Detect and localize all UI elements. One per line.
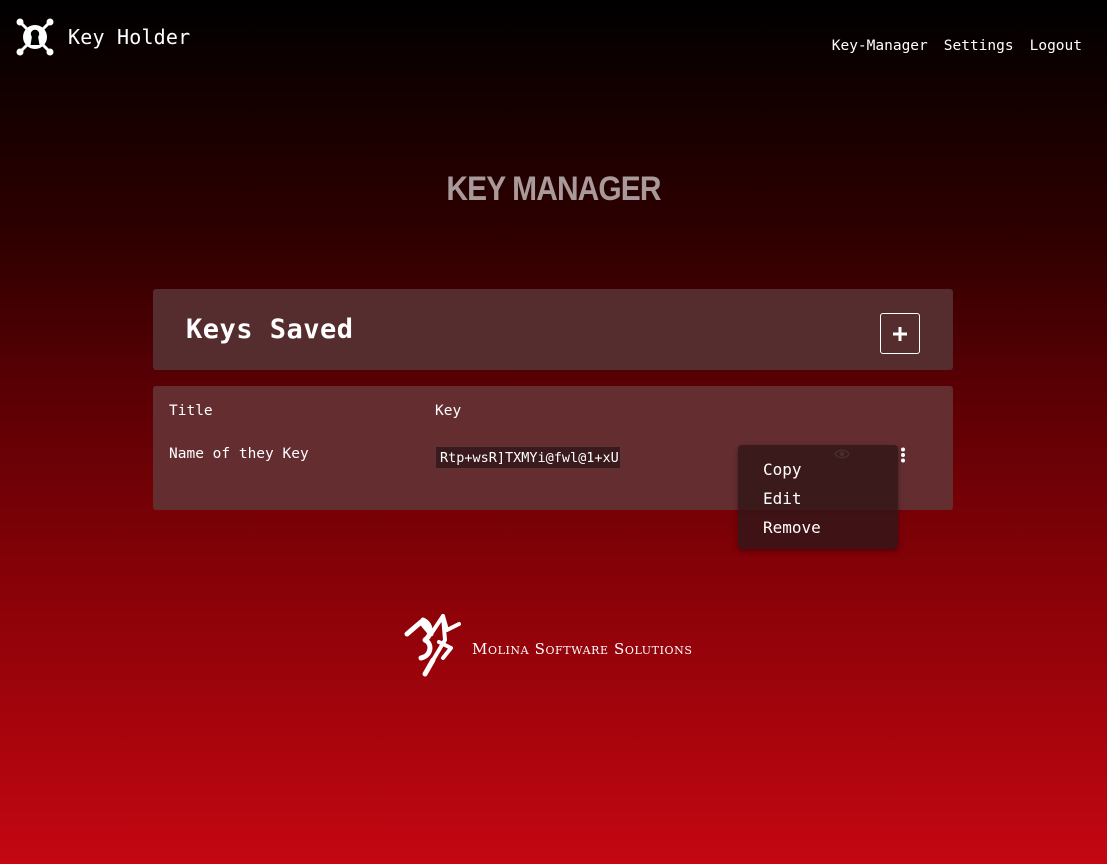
brand[interactable]: Key Holder bbox=[15, 17, 190, 57]
footer-company-name: Molina Software Solutions bbox=[472, 639, 693, 658]
add-key-button[interactable] bbox=[880, 313, 920, 354]
menu-item-remove[interactable]: Remove bbox=[763, 518, 821, 537]
page-title: KEY MANAGER bbox=[446, 170, 661, 208]
menu-item-copy[interactable]: Copy bbox=[763, 460, 802, 479]
app-name: Key Holder bbox=[68, 25, 191, 49]
keys-saved-title: Keys Saved bbox=[186, 314, 354, 345]
keyhole-logo-icon bbox=[16, 18, 54, 56]
more-vertical-icon[interactable] bbox=[900, 447, 906, 463]
key-row-title: Name of they Key bbox=[169, 446, 309, 462]
nav-logout[interactable]: Logout bbox=[1030, 38, 1082, 54]
molina-logo-icon bbox=[404, 614, 461, 677]
column-header-title: Title bbox=[169, 403, 213, 419]
key-context-menu: Copy Edit Remove bbox=[738, 445, 898, 549]
nav-settings[interactable]: Settings bbox=[944, 38, 1014, 54]
column-header-key: Key bbox=[435, 403, 462, 419]
footer: Molina Software Solutions bbox=[403, 612, 693, 678]
nav-key-manager[interactable]: Key-Manager bbox=[832, 38, 928, 54]
top-nav: Key-Manager Settings Logout bbox=[832, 38, 1082, 54]
key-value-field[interactable]: Rtp+wsR]TXMYi@fwl@1+xU bbox=[435, 446, 621, 469]
keys-saved-panel: Keys Saved bbox=[153, 289, 953, 370]
menu-item-edit[interactable]: Edit bbox=[763, 489, 802, 508]
